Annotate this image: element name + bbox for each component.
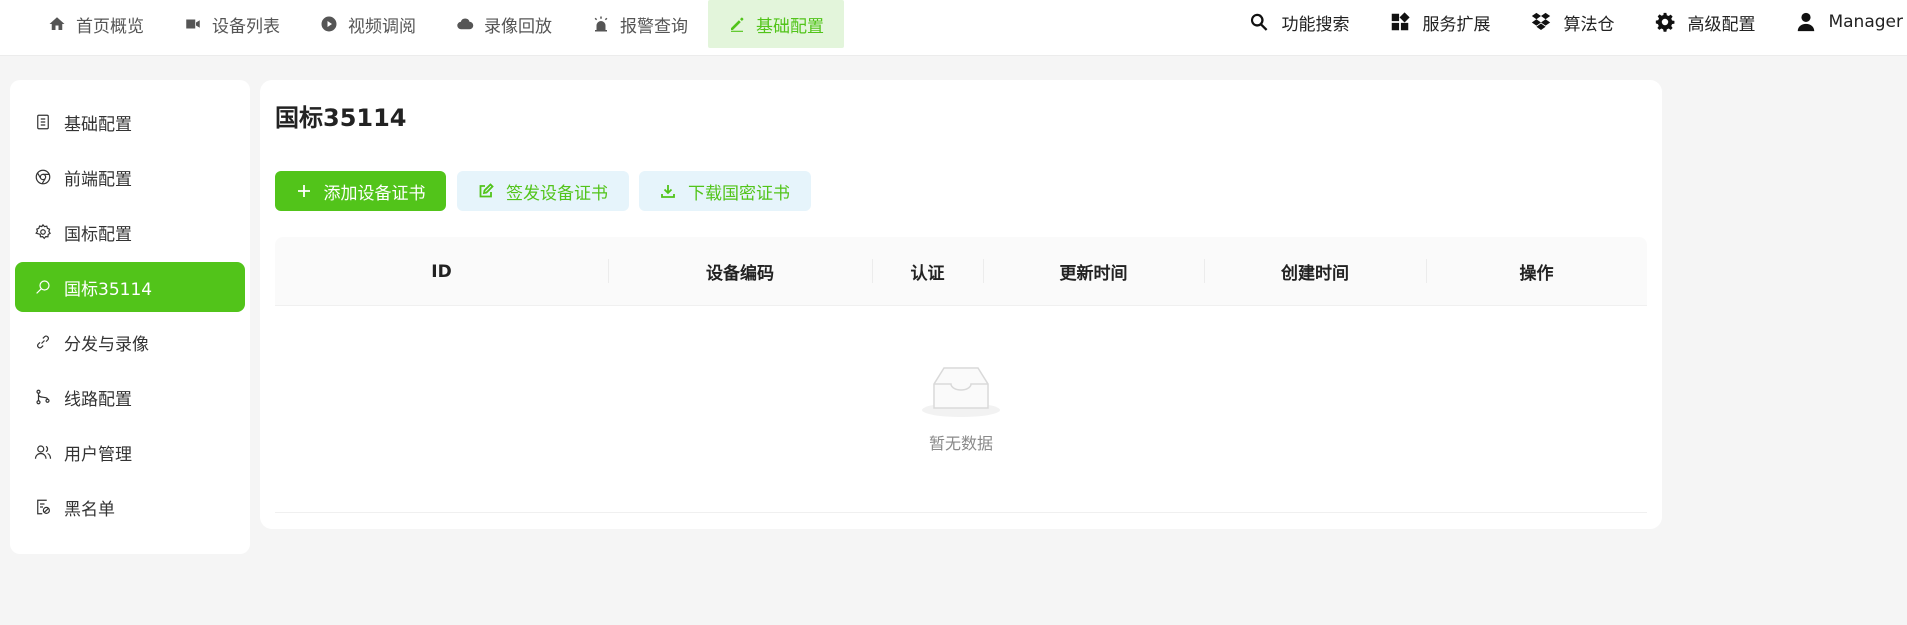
sidebar-item-gb-config[interactable]: 国标配置	[15, 207, 245, 257]
play-circle-icon	[321, 16, 337, 32]
nav-label: 报警查询	[620, 16, 688, 37]
sidebar-item-label: 基础配置	[64, 114, 132, 135]
nav-item-basic-config[interactable]: 基础配置	[708, 0, 844, 48]
search-key-icon	[36, 280, 50, 294]
sidebar-item-label: 国标35114	[64, 279, 153, 300]
nav-item-home[interactable]: 首页概览	[28, 0, 164, 48]
user-menu-button[interactable]: Manager	[1795, 11, 1903, 33]
function-search-button[interactable]: 功能搜索	[1248, 10, 1349, 35]
sidebar-item-label: 黑名单	[64, 499, 115, 520]
column-header-actions[interactable]: 操作	[1426, 237, 1647, 306]
sidebar-item-user-management[interactable]: 用户管理	[15, 427, 245, 477]
gear-icon	[1656, 12, 1675, 32]
nav-label: 基础配置	[756, 16, 824, 37]
main-content-card: 国标35114 添加设备证书 签发设备证书 下载国密证书 ID 设备编码 认证 …	[260, 80, 1662, 529]
column-header-device-code[interactable]: 设备编码	[608, 237, 872, 306]
sign-device-certificate-button[interactable]: 签发设备证书	[457, 171, 629, 211]
empty-text: 暂无数据	[928, 434, 993, 453]
sidebar-item-distribution-recording[interactable]: 分发与录像	[15, 317, 245, 367]
link-icon	[37, 335, 49, 349]
table-header: ID 设备编码 认证 更新时间 创建时间 操作	[275, 237, 1647, 306]
utility-nav: 功能搜索 服务扩展 算法仓 高级配置 Manager	[1248, 0, 1907, 44]
nav-item-alarm[interactable]: 报警查询	[572, 0, 708, 48]
config-list-icon	[37, 114, 49, 130]
algorithm-store-label: 算法仓	[1563, 14, 1615, 35]
column-header-id[interactable]: ID	[275, 237, 608, 306]
service-extension-label: 服务扩展	[1422, 14, 1491, 35]
top-navigation-bar: 首页概览 设备列表 视频调阅 录像回放 报警查询 基础配置 功能搜索 服务扩展 …	[0, 0, 1907, 56]
nav-label: 设备列表	[212, 16, 280, 37]
sidebar-item-label: 线路配置	[64, 389, 132, 410]
alarm-icon	[594, 16, 608, 32]
branch-icon	[36, 389, 50, 405]
sidebar-item-frontend-config[interactable]: 前端配置	[15, 152, 245, 202]
button-label: 下载国密证书	[688, 183, 790, 204]
page-title: 国标35114	[275, 104, 407, 132]
sidebar-item-label: 用户管理	[64, 444, 132, 465]
sidebar-item-label: 前端配置	[64, 169, 132, 190]
cloud-icon	[457, 18, 474, 30]
dropbox-icon	[1532, 12, 1551, 30]
user-name: Manager	[1828, 12, 1903, 32]
plus-icon	[297, 185, 310, 197]
column-header-created-time[interactable]: 创建时间	[1204, 237, 1426, 306]
widgets-icon	[1392, 12, 1411, 31]
users-icon	[34, 445, 52, 459]
nav-item-playback[interactable]: 录像回放	[436, 0, 572, 48]
button-label: 签发设备证书	[506, 183, 608, 204]
advanced-config-label: 高级配置	[1687, 14, 1756, 35]
sidebar-item-basic-config[interactable]: 基础配置	[15, 97, 245, 147]
download-icon	[661, 185, 675, 198]
nav-item-devices[interactable]: 设备列表	[164, 0, 300, 48]
sidebar-item-gb35114[interactable]: 国标35114	[15, 262, 245, 312]
sidebar-item-label: 国标配置	[64, 224, 132, 245]
add-device-certificate-button[interactable]: 添加设备证书	[275, 171, 446, 211]
sidebar-item-route-config[interactable]: 线路配置	[15, 372, 245, 422]
algorithm-store-button[interactable]: 算法仓	[1530, 10, 1614, 35]
service-extension-button[interactable]: 服务扩展	[1389, 10, 1490, 35]
sidebar-item-label: 分发与录像	[64, 334, 149, 355]
table-empty-state: 暂无数据	[275, 306, 1647, 513]
search-icon	[1251, 13, 1268, 31]
sidebar: 基础配置 前端配置 国标配置 国标35114 分发与录像 线路配置 用户管理 黑…	[10, 80, 250, 554]
certificate-table: ID 设备编码 认证 更新时间 创建时间 操作 暂无数据	[275, 237, 1647, 514]
function-search-label: 功能搜索	[1281, 14, 1350, 35]
sidebar-item-blacklist[interactable]: 黑名单	[15, 482, 245, 532]
column-header-updated-time[interactable]: 更新时间	[983, 237, 1204, 306]
column-header-auth[interactable]: 认证	[872, 237, 983, 306]
video-camera-icon	[186, 19, 200, 29]
nav-item-video[interactable]: 视频调阅	[300, 0, 436, 48]
main-nav: 首页概览 设备列表 视频调阅 录像回放 报警查询 基础配置	[28, 0, 844, 48]
blacklist-icon	[37, 499, 50, 515]
user-icon	[1798, 12, 1815, 32]
chrome-icon	[35, 169, 51, 185]
nav-label: 录像回放	[484, 16, 552, 37]
nav-label: 首页概览	[76, 16, 144, 37]
settings-icon	[35, 223, 51, 240]
empty-inbox-icon	[922, 367, 1000, 417]
edit-pen-icon	[731, 17, 744, 32]
advanced-config-button[interactable]: 高级配置	[1654, 10, 1755, 35]
download-sm-certificate-button[interactable]: 下载国密证书	[639, 171, 811, 211]
edit-square-icon	[479, 183, 494, 198]
home-icon	[49, 17, 65, 30]
button-label: 添加设备证书	[323, 183, 426, 204]
nav-label: 视频调阅	[348, 16, 416, 37]
